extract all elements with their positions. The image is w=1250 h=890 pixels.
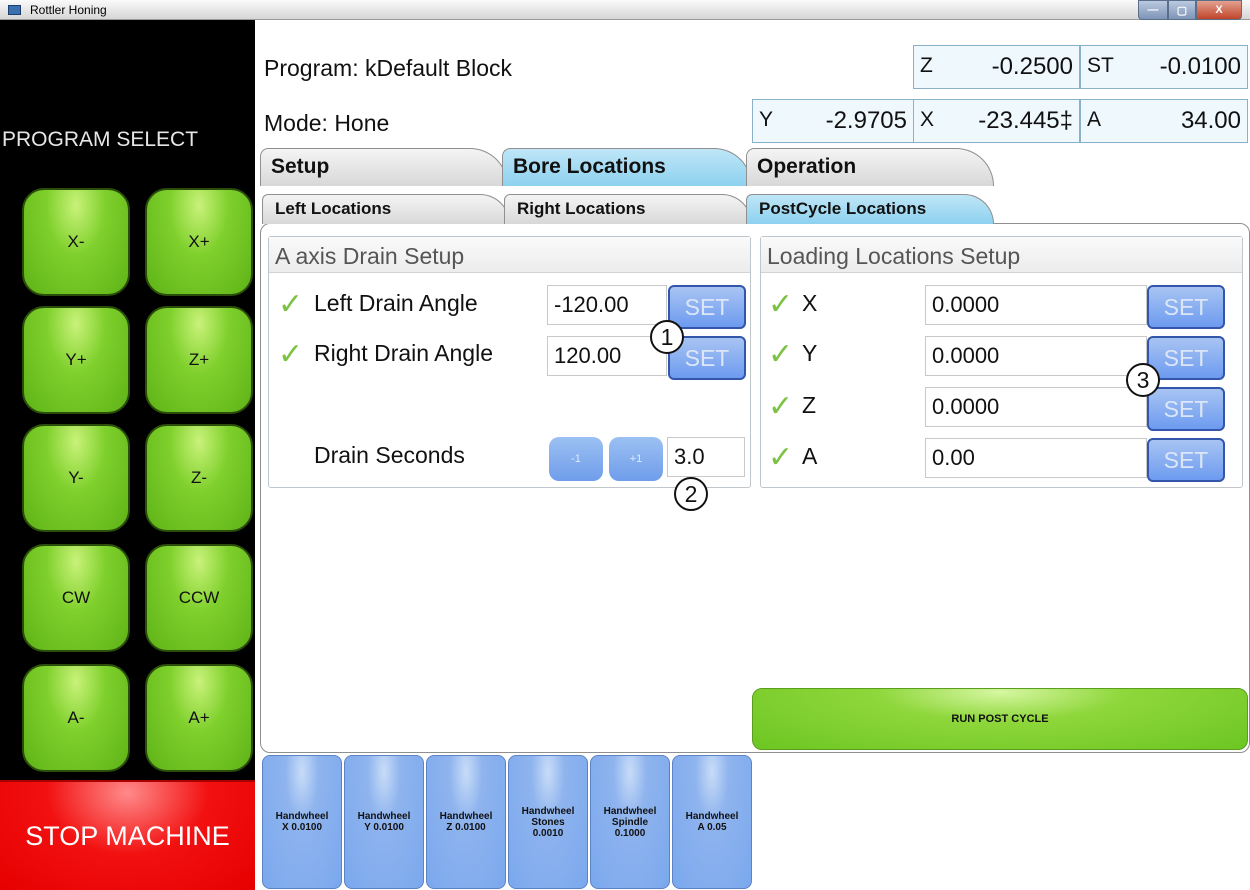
handwheel-a-button[interactable]: Handwheel A 0.05 xyxy=(672,755,752,889)
tab-left-locations[interactable]: Left Locations xyxy=(262,194,510,224)
z-readout-label: Z xyxy=(920,54,933,77)
jog-ccw-button[interactable]: CCW xyxy=(145,544,253,652)
window-title-bar: Rottler Honing — ▢ X xyxy=(0,0,1250,20)
a-readout: A 34.00 xyxy=(1080,99,1248,143)
handwheel-spindle-button[interactable]: Handwheel Spindle 0.1000 xyxy=(590,755,670,889)
z-readout: Z -0.2500 xyxy=(913,45,1080,89)
window-title: Rottler Honing xyxy=(30,3,107,17)
tab-operation[interactable]: Operation xyxy=(746,148,994,186)
a-readout-label: A xyxy=(1087,108,1102,131)
loading-y-check-icon: ✓ xyxy=(768,338,794,371)
x-readout: X -23.445‡ xyxy=(913,99,1080,143)
loading-a-check-icon: ✓ xyxy=(768,441,794,474)
jog-y-minus-button[interactable]: Y- xyxy=(22,424,130,532)
y-readout-label: Y xyxy=(759,108,774,131)
handwheel-value: Z 0.0100 xyxy=(446,822,486,833)
y-readout-value: -2.9705 xyxy=(825,107,907,134)
st-readout: ST -0.0100 xyxy=(1080,45,1248,89)
handwheel-y-button[interactable]: Handwheel Y 0.0100 xyxy=(344,755,424,889)
y-readout: Y -2.9705 xyxy=(752,99,914,143)
handwheel-value: A 0.05 xyxy=(697,822,727,833)
loading-z-field[interactable]: 0.0000 xyxy=(925,387,1147,427)
callout-3: 3 xyxy=(1126,363,1160,397)
loading-z-label: Z xyxy=(802,392,817,418)
handwheel-extra: 0.0010 xyxy=(532,827,564,839)
loading-x-field[interactable]: 0.0000 xyxy=(925,285,1147,325)
minimize-button[interactable]: — xyxy=(1138,0,1168,20)
loading-z-check-icon: ✓ xyxy=(768,390,794,423)
right-drain-angle-label: Right Drain Angle xyxy=(314,340,493,366)
a-readout-value: 34.00 xyxy=(1180,107,1241,134)
jog-cw-button[interactable]: CW xyxy=(22,544,130,652)
loading-a-set-button[interactable]: SET xyxy=(1147,438,1225,482)
maximize-button[interactable]: ▢ xyxy=(1168,0,1196,20)
jog-z-plus-button[interactable]: Z+ xyxy=(145,306,253,414)
left-drain-angle-label: Left Drain Angle xyxy=(314,290,478,316)
program-name: Program: kDefault Block xyxy=(264,55,512,81)
callout-2: 2 xyxy=(674,477,708,511)
handwheel-value: Y 0.0100 xyxy=(364,822,404,833)
handwheel-label: Handwheel xyxy=(275,811,329,822)
tab-bore-locations[interactable]: Bore Locations xyxy=(502,148,752,186)
handwheel-label: Handwheel xyxy=(439,811,493,822)
handwheel-label: Handwheel xyxy=(685,811,739,822)
window-controls: — ▢ X xyxy=(1138,0,1242,20)
drain-seconds-increment-button[interactable]: +1 xyxy=(609,437,663,481)
handwheel-label: Handwheel xyxy=(603,805,657,817)
program-select-button[interactable]: PROGRAM SELECT xyxy=(0,128,255,152)
left-drain-check-icon: ✓ xyxy=(278,288,304,321)
handwheel-stones-button[interactable]: Handwheel Stones 0.0010 xyxy=(508,755,588,889)
right-drain-check-icon: ✓ xyxy=(278,338,304,371)
loading-y-field[interactable]: 0.0000 xyxy=(925,336,1147,376)
handwheel-value: Spindle xyxy=(611,816,649,828)
loading-x-label: X xyxy=(802,290,818,316)
x-readout-value: -23.445‡ xyxy=(978,107,1073,134)
jog-x-minus-button[interactable]: X- xyxy=(22,188,130,296)
run-post-cycle-button[interactable]: RUN POST CYCLE xyxy=(752,688,1248,750)
handwheel-value: Stones xyxy=(531,816,565,828)
jog-a-minus-button[interactable]: A- xyxy=(22,664,130,772)
handwheel-extra: 0.1000 xyxy=(614,827,646,839)
loading-a-field[interactable]: 0.00 xyxy=(925,438,1147,478)
handwheel-x-button[interactable]: Handwheel X 0.0100 xyxy=(262,755,342,889)
z-readout-value: -0.2500 xyxy=(991,53,1073,80)
stop-machine-button[interactable]: STOP MACHINE xyxy=(0,780,255,890)
mode-label: Mode: Hone xyxy=(264,110,390,136)
handwheel-z-button[interactable]: Handwheel Z 0.0100 xyxy=(426,755,506,889)
handwheel-label: Handwheel xyxy=(521,805,575,817)
right-drain-angle-field[interactable]: 120.00 xyxy=(547,336,667,376)
app-icon xyxy=(8,5,21,15)
drain-seconds-label: Drain Seconds xyxy=(314,442,465,468)
loading-x-set-button[interactable]: SET xyxy=(1147,285,1225,329)
x-readout-label: X xyxy=(920,108,935,131)
st-readout-value: -0.0100 xyxy=(1159,53,1241,80)
callout-1: 1 xyxy=(650,320,684,354)
loading-x-check-icon: ✓ xyxy=(768,288,794,321)
drain-seconds-field[interactable]: 3.0 xyxy=(667,437,745,477)
drain-seconds-decrement-button[interactable]: -1 xyxy=(549,437,603,481)
loading-z-set-button[interactable]: SET xyxy=(1147,387,1225,431)
tab-postcycle-locations[interactable]: PostCycle Locations xyxy=(746,194,994,224)
tab-right-locations[interactable]: Right Locations xyxy=(504,194,752,224)
drain-setup-title: A axis Drain Setup xyxy=(269,237,750,273)
loading-a-label: A xyxy=(802,443,818,469)
left-drain-set-button[interactable]: SET xyxy=(668,285,746,329)
loading-locations-title: Loading Locations Setup xyxy=(761,237,1242,273)
tab-setup[interactable]: Setup xyxy=(260,148,508,186)
jog-y-plus-button[interactable]: Y+ xyxy=(22,306,130,414)
jog-z-minus-button[interactable]: Z- xyxy=(145,424,253,532)
loading-y-label: Y xyxy=(802,340,818,366)
left-drain-angle-field[interactable]: -120.00 xyxy=(547,285,667,325)
handwheel-value: X 0.0100 xyxy=(281,822,323,833)
handwheel-label: Handwheel xyxy=(357,811,411,822)
jog-a-plus-button[interactable]: A+ xyxy=(145,664,253,772)
close-button[interactable]: X xyxy=(1196,0,1242,20)
jog-x-plus-button[interactable]: X+ xyxy=(145,188,253,296)
st-readout-label: ST xyxy=(1087,54,1114,77)
